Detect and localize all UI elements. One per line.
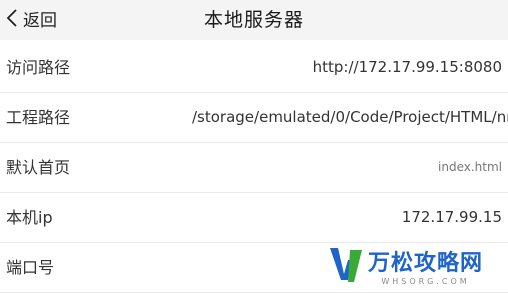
access-path-label: 访问路径 <box>6 58 71 77</box>
watermark-subtitle: WHSORG.COM <box>381 276 470 286</box>
local-ip-value: 172.17.99.15 <box>401 208 502 226</box>
port-label: 端口号 <box>6 258 55 277</box>
local-ip-label: 本机ip <box>6 208 53 227</box>
watermark-title: 万松攻略网 <box>368 250 484 276</box>
watermark: 万松攻略网 WHSORG.COM <box>328 244 504 292</box>
project-path-value: /storage/emulated/0/Code/Project/HTML/nn <box>192 108 508 126</box>
row-default-homepage[interactable]: 默认首页 index.html <box>0 143 508 193</box>
default-homepage-label: 默认首页 <box>6 158 71 177</box>
row-project-path[interactable]: 工程路径 /storage/emulated/0/Code/Project/HT… <box>0 93 508 143</box>
default-homepage-value: index.html <box>438 160 502 174</box>
page-title: 本地服务器 <box>203 8 304 31</box>
watermark-logo-icon <box>328 244 364 292</box>
row-local-ip[interactable]: 本机ip 172.17.99.15 <box>0 193 508 243</box>
app-header: 返回 本地服务器 <box>0 0 508 40</box>
access-path-value: http://172.17.99.15:8080 <box>312 58 502 76</box>
row-access-path[interactable]: 访问路径 http://172.17.99.15:8080 <box>0 43 508 93</box>
project-path-label: 工程路径 <box>6 108 71 127</box>
